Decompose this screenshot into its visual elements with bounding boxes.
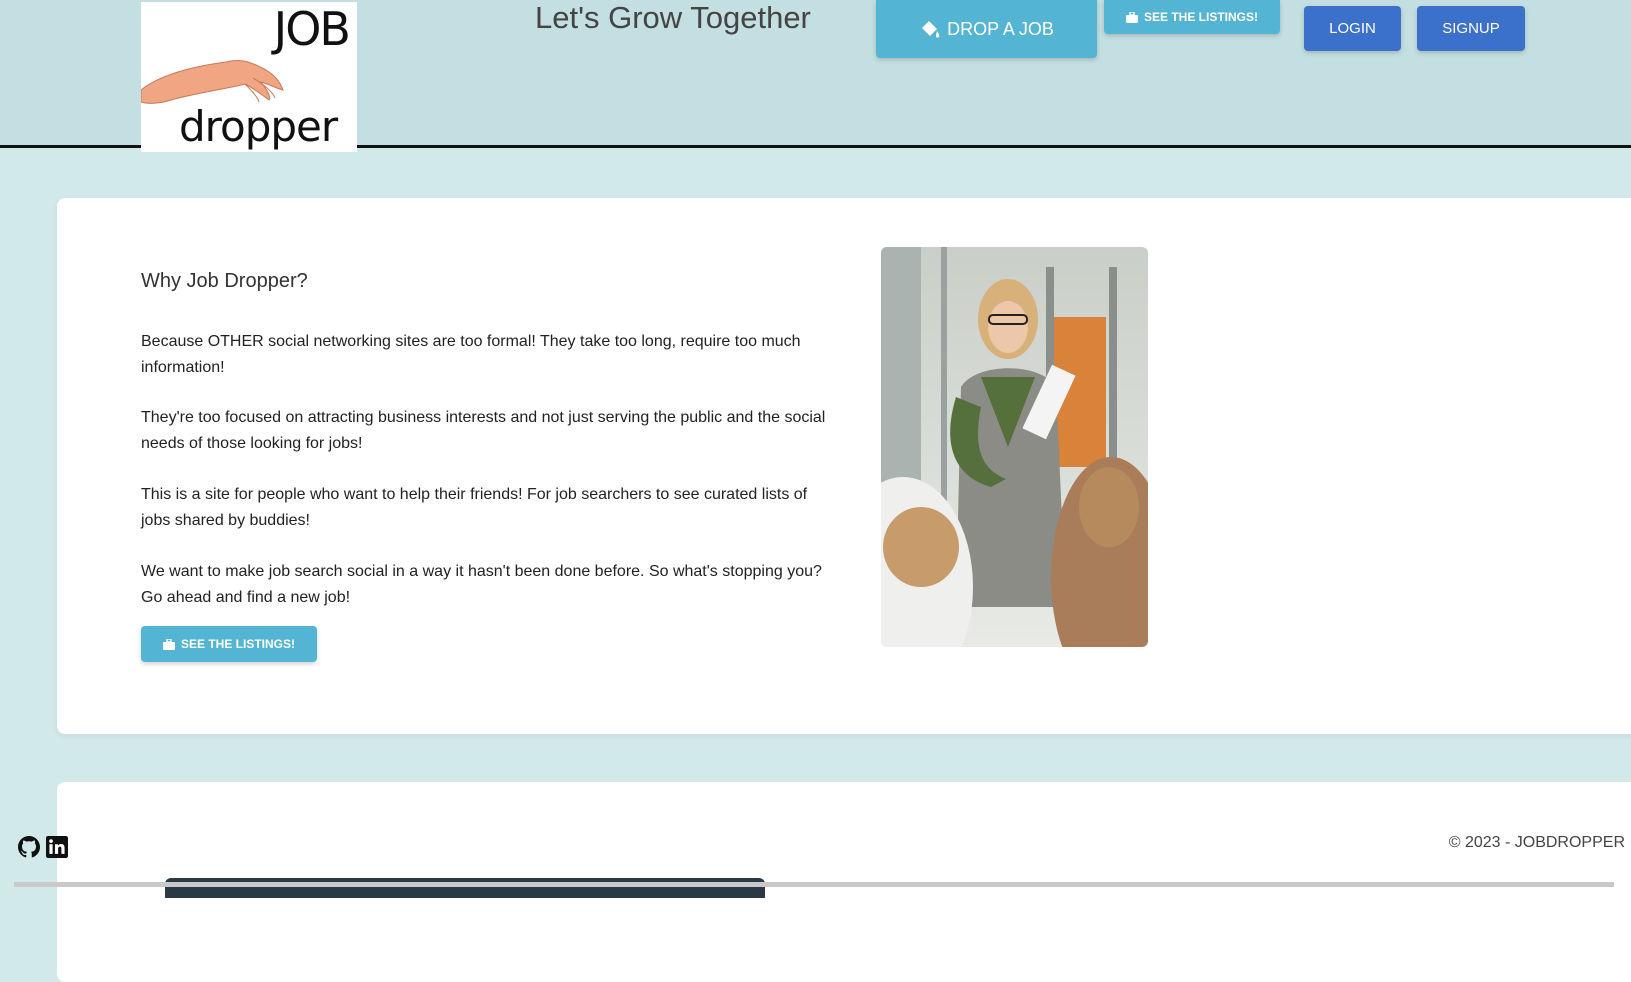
horizontal-scrollbar[interactable]	[14, 882, 1614, 887]
section-title: Why Job Dropper?	[141, 270, 308, 292]
paragraph-2: They're too focused on attracting busine…	[141, 409, 826, 452]
paragraph-4: We want to make job search social in a w…	[141, 563, 822, 606]
social-links	[18, 836, 68, 858]
paragraph-3: This is a site for people who want to he…	[141, 486, 808, 529]
jobdropper-logo[interactable]: JOB dropper	[141, 2, 357, 152]
tagline: Let's Grow Together	[535, 0, 811, 35]
see-listings-header-button[interactable]: SEE THE LISTINGS!	[1104, 0, 1280, 34]
drop-a-job-button[interactable]: DROP A JOB	[876, 0, 1097, 58]
briefcase-icon	[162, 638, 175, 650]
see-listings-label: SEE THE LISTINGS!	[180, 637, 295, 651]
signup-button[interactable]: SIGNUP	[1417, 6, 1525, 51]
logo-dropper-text: dropper	[179, 102, 338, 151]
login-label: LOGIN	[1329, 20, 1376, 37]
site-header: JOB dropper Let's Grow Together DROP A J…	[0, 0, 1631, 152]
signup-label: SIGNUP	[1442, 20, 1500, 37]
briefcase-icon	[1125, 11, 1138, 23]
linkedin-icon[interactable]	[46, 836, 68, 858]
see-listings-header-label: SEE THE LISTINGS!	[1143, 10, 1258, 24]
paragraph-1: Because OTHER social networking sites ar…	[141, 333, 801, 376]
see-listings-button[interactable]: SEE THE LISTINGS!	[141, 626, 317, 662]
paint-bucket-icon	[922, 21, 940, 38]
copyright: © 2023 - JOBDROPPER	[1448, 834, 1625, 851]
login-button[interactable]: LOGIN	[1304, 6, 1401, 51]
drop-a-job-label: DROP A JOB	[947, 18, 1054, 39]
secondary-card-image	[165, 878, 765, 898]
github-icon[interactable]	[18, 836, 40, 858]
logo-hand-illustration	[141, 59, 284, 104]
handshake-photo	[881, 247, 1148, 647]
